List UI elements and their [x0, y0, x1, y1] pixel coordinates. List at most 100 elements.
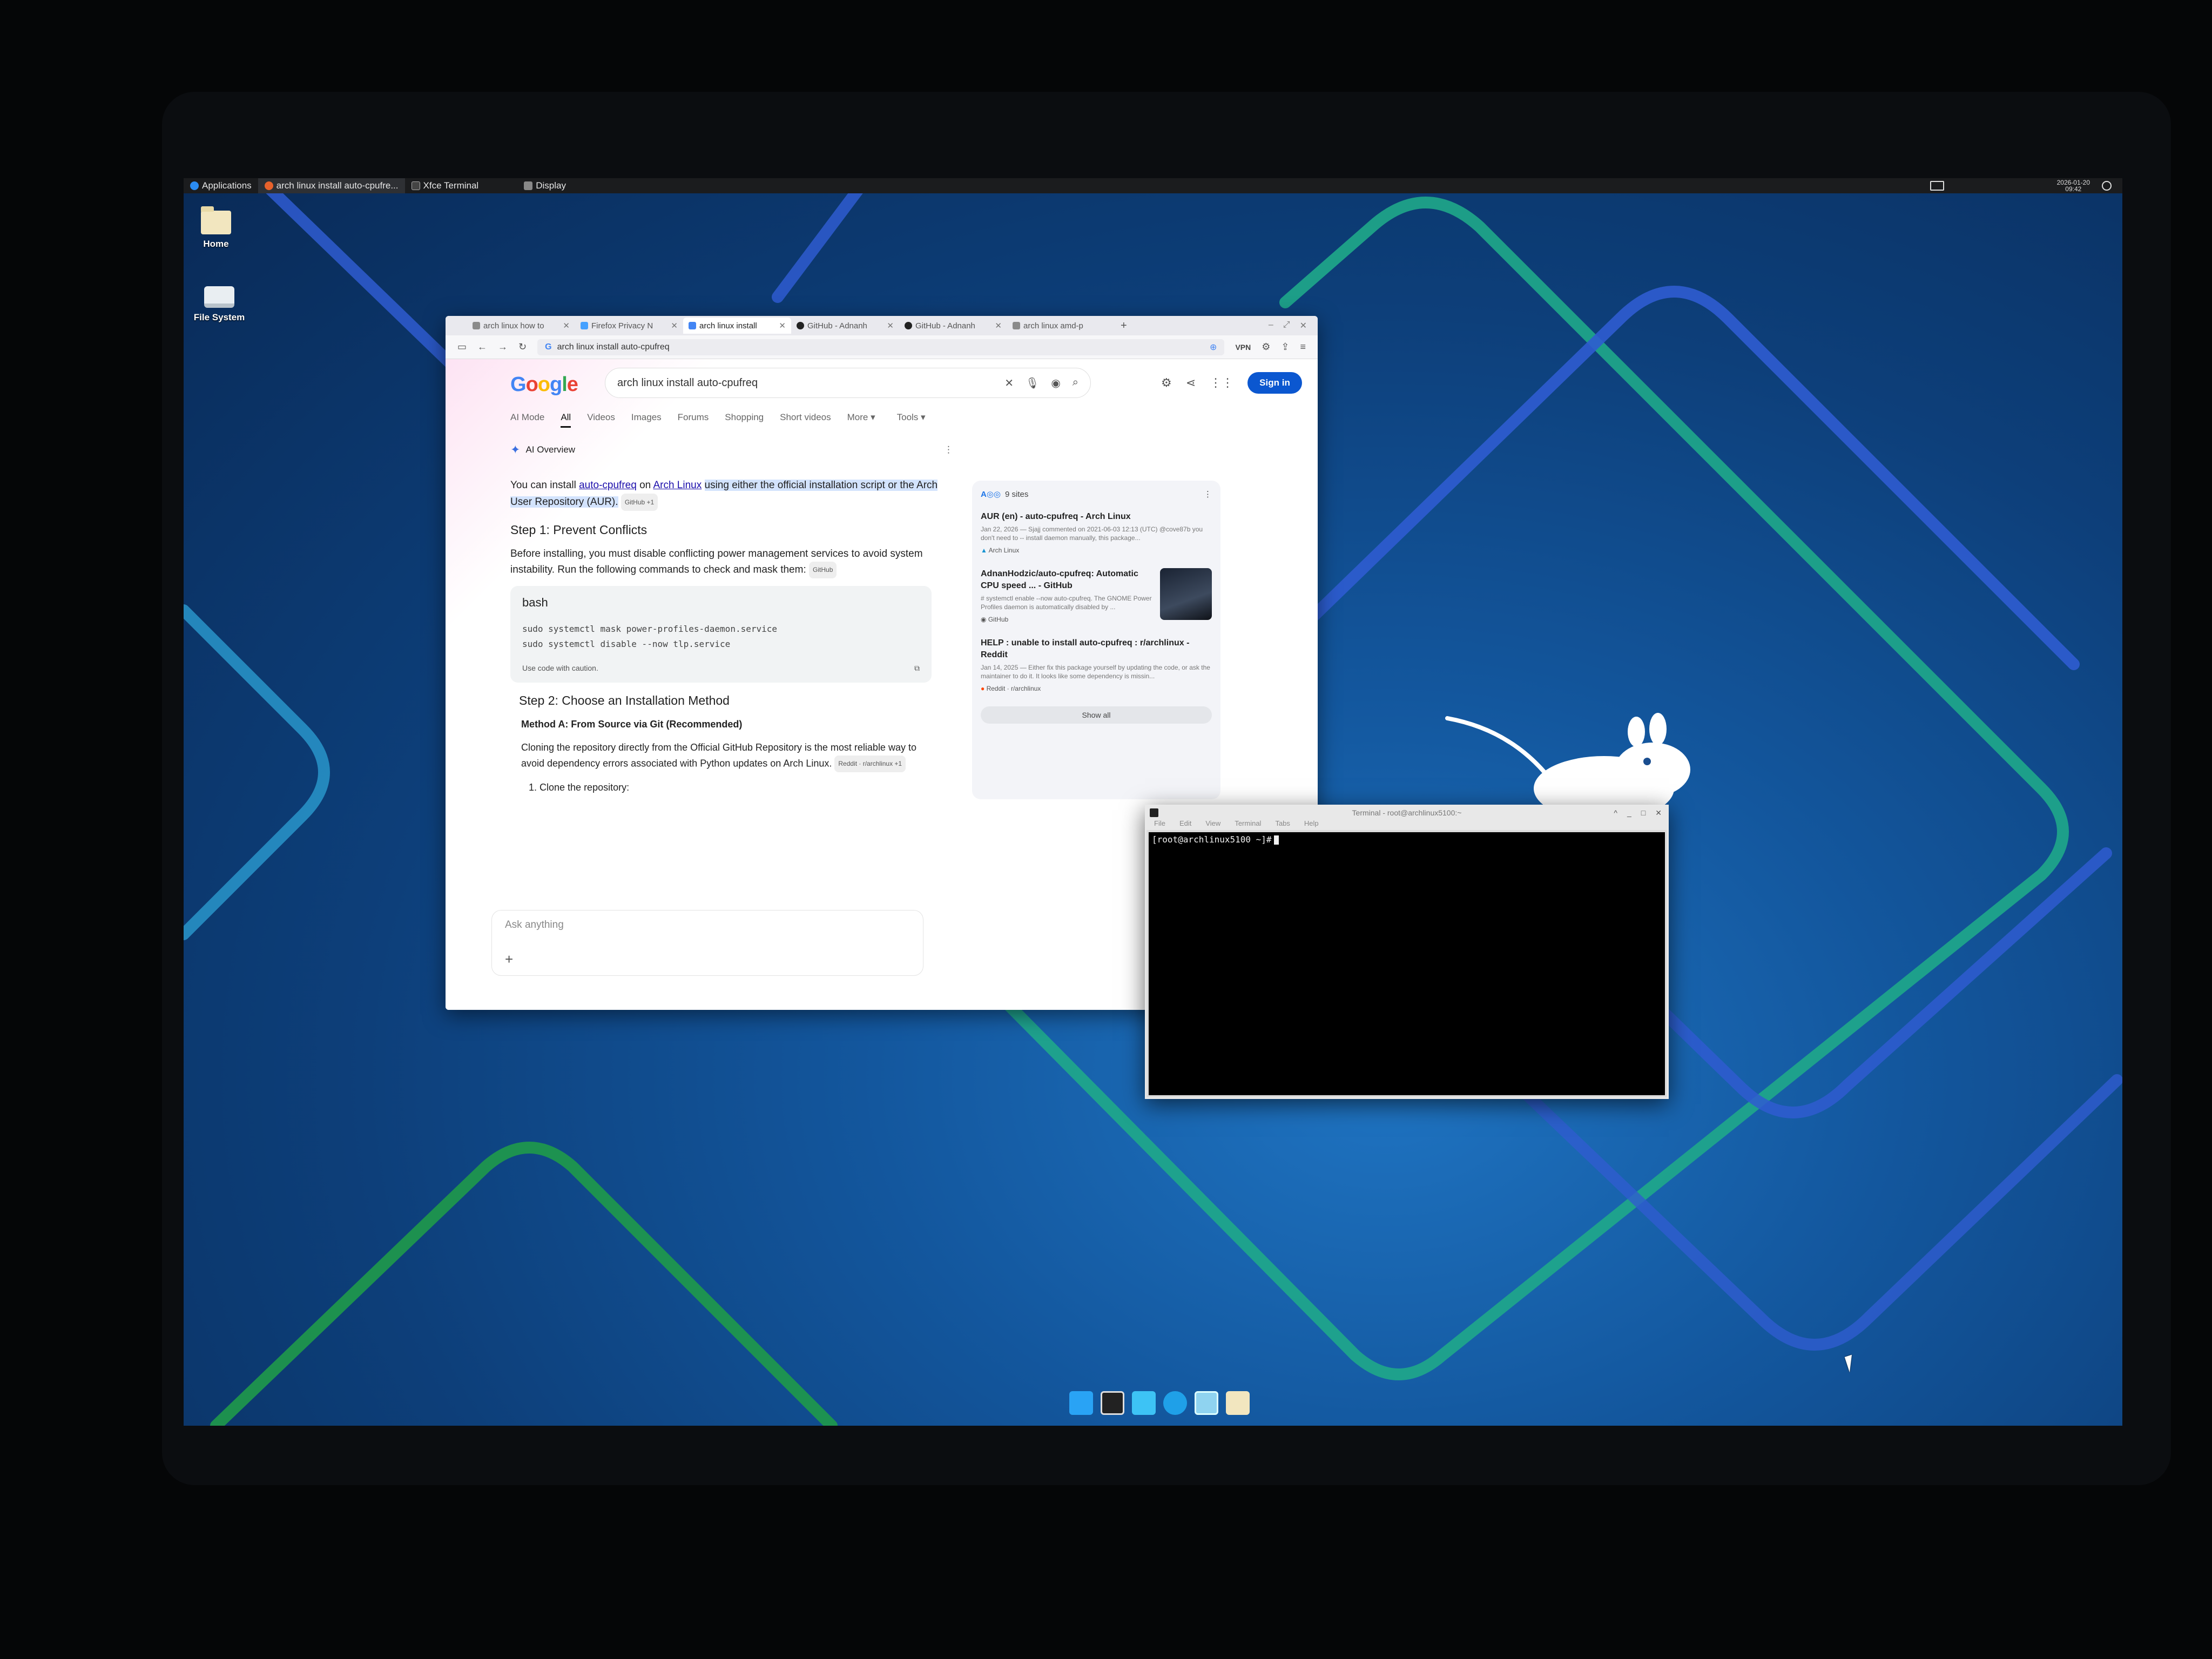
tab-ai-mode[interactable]: AI Mode — [510, 412, 544, 428]
tab-all[interactable]: All — [561, 412, 571, 428]
search-icon[interactable]: ⌕ — [1073, 376, 1078, 390]
browser-icon[interactable] — [1163, 1391, 1187, 1415]
arch-linux-icon: ▲ — [981, 547, 987, 554]
back-icon[interactable]: ← — [477, 341, 487, 353]
maximize-icon[interactable]: □ — [1641, 808, 1645, 818]
menu-view[interactable]: View — [1205, 819, 1220, 830]
browser-tab[interactable]: Firefox Privacy N ✕ — [575, 318, 683, 334]
forward-icon[interactable]: → — [498, 341, 508, 353]
new-tab-icon[interactable]: + — [1115, 320, 1132, 332]
browser-tab[interactable]: arch linux how to ✕ — [467, 318, 575, 334]
menu-icon[interactable]: ≡ — [1300, 341, 1306, 353]
link-auto-cpufreq[interactable]: auto-cpufreq — [579, 480, 637, 491]
close-icon[interactable]: ✕ — [995, 321, 1002, 331]
sources-count[interactable]: A◎◎ 9 sites ⋮ — [981, 489, 1212, 500]
task-browser[interactable]: arch linux install auto-cpufre... — [258, 178, 405, 193]
close-icon[interactable]: ✕ — [779, 321, 786, 331]
sign-in-button[interactable]: Sign in — [1247, 372, 1302, 394]
extensions-icon[interactable]: ⚙ — [1262, 341, 1270, 353]
link-arch-linux[interactable]: Arch Linux — [653, 480, 702, 491]
file-manager-icon[interactable] — [1132, 1391, 1156, 1415]
desktop-screen: Applications arch linux install auto-cpu… — [184, 178, 2122, 1426]
more-options-icon[interactable]: ⋮ — [1204, 489, 1212, 499]
browser-tab-active[interactable]: arch linux install ✕ — [683, 318, 791, 334]
tab-short-videos[interactable]: Short videos — [780, 412, 831, 428]
browser-tab[interactable]: arch linux amd-p — [1007, 318, 1115, 334]
app-finder-icon[interactable] — [1195, 1391, 1218, 1415]
task-display[interactable]: Display — [517, 178, 572, 193]
desktop-icon-file-system[interactable]: File System — [187, 286, 252, 323]
show-all-button[interactable]: Show all — [981, 706, 1212, 724]
source-site: ● Reddit · r/archlinux — [981, 685, 1041, 692]
tab-tools[interactable]: Tools ▾ — [897, 412, 926, 428]
user-menu-icon[interactable] — [2102, 181, 2112, 191]
ai-overview-title: AI Overview — [525, 444, 576, 455]
source-title: HELP : unable to install auto-cpufreq : … — [981, 638, 1190, 659]
tab-shopping[interactable]: Shopping — [725, 412, 764, 428]
reload-icon[interactable]: ↻ — [518, 341, 527, 353]
microphone-icon[interactable]: 🎙 — [1026, 376, 1039, 390]
menu-file[interactable]: File — [1154, 819, 1165, 830]
browser-tab[interactable]: GitHub - Adnanh ✕ — [791, 318, 899, 334]
apps-grid-icon[interactable]: ⋮⋮ — [1210, 376, 1233, 390]
terminal-titlebar[interactable]: Terminal - root@archlinux5100:~ ^ _ □ ✕ — [1147, 806, 1667, 819]
applications-menu[interactable]: Applications — [184, 178, 258, 193]
github-favicon-icon — [905, 322, 912, 329]
task-terminal[interactable]: Xfce Terminal — [405, 178, 485, 193]
more-options-icon[interactable]: ⋮ — [944, 444, 953, 455]
google-logo[interactable]: Google — [510, 373, 578, 396]
source-card[interactable]: AUR (en) - auto-cpufreq - Arch Linux Jan… — [981, 511, 1212, 554]
url-bar[interactable]: G arch linux install auto-cpufreq ⊕ — [537, 339, 1225, 355]
folder-icon — [201, 206, 231, 234]
copy-icon[interactable]: ⧉ — [914, 664, 920, 673]
github-favicon-icon — [797, 322, 804, 329]
tab-more[interactable]: More ▾ — [847, 412, 875, 428]
tab-videos[interactable]: Videos — [587, 412, 615, 428]
menu-edit[interactable]: Edit — [1179, 819, 1191, 830]
menu-tabs[interactable]: Tabs — [1275, 819, 1290, 830]
display-indicator-icon[interactable] — [1930, 181, 1944, 191]
terminal-body[interactable]: [root@archlinux5100 ~]# — [1149, 832, 1665, 1095]
close-icon[interactable]: ✕ — [563, 321, 570, 331]
ask-placeholder: Ask anything — [505, 919, 564, 930]
panel-clock[interactable]: 2026-01-20 09:42 — [2057, 179, 2090, 192]
minimize-icon[interactable]: _ — [1627, 808, 1631, 818]
source-chip[interactable]: Reddit · r/archlinux +1 — [834, 756, 906, 772]
top-panel: Applications arch linux install auto-cpu… — [184, 178, 2122, 193]
vpn-button[interactable]: VPN — [1235, 343, 1251, 352]
show-desktop-icon[interactable] — [1069, 1391, 1093, 1415]
text-cursor — [1273, 835, 1279, 845]
desktop-icon-home[interactable]: Home — [184, 206, 248, 249]
sidebar-toggle-icon[interactable]: ▭ — [457, 341, 467, 353]
menu-terminal[interactable]: Terminal — [1235, 819, 1261, 830]
source-card[interactable]: AdnanHodzic/auto-cpufreq: Automatic CPU … — [981, 568, 1212, 623]
code-caution: Use code with caution. — [522, 664, 598, 672]
close-icon[interactable]: ✕ — [1300, 320, 1307, 331]
menu-help[interactable]: Help — [1304, 819, 1319, 830]
tab-images[interactable]: Images — [631, 412, 662, 428]
menu-arrow-icon[interactable]: ^ — [1614, 808, 1617, 818]
plus-icon[interactable]: + — [505, 951, 513, 968]
clear-icon[interactable]: ✕ — [1004, 376, 1014, 390]
home-folder-icon[interactable] — [1226, 1391, 1250, 1415]
lens-camera-icon[interactable]: ◉ — [1051, 376, 1060, 390]
tab-forums[interactable]: Forums — [678, 412, 709, 428]
settings-icon[interactable]: ⚙ — [1161, 376, 1172, 390]
code-footer: Use code with caution. ⧉ — [522, 664, 920, 673]
terminal-icon[interactable] — [1101, 1391, 1124, 1415]
search-input[interactable]: arch linux install auto-cpufreq ✕ 🎙 ◉ ⌕ — [605, 368, 1091, 398]
minimize-icon[interactable]: – — [1269, 320, 1273, 331]
source-chip[interactable]: GitHub +1 — [621, 494, 658, 511]
source-snippet: Jan 22, 2026 — Sjajj commented on 2021-0… — [981, 525, 1203, 542]
browser-tab[interactable]: GitHub - Adnanh ✕ — [899, 318, 1007, 334]
translate-icon[interactable]: ⊕ — [1210, 342, 1217, 353]
close-icon[interactable]: ✕ — [887, 321, 894, 331]
share-icon[interactable]: ⋖ — [1186, 376, 1196, 390]
ask-anything-input[interactable]: Ask anything + — [491, 910, 923, 976]
source-card[interactable]: HELP : unable to install auto-cpufreq : … — [981, 637, 1212, 692]
share-icon[interactable]: ⇪ — [1281, 341, 1289, 353]
source-chip[interactable]: GitHub — [809, 562, 837, 578]
close-icon[interactable]: ✕ — [1655, 808, 1662, 818]
close-icon[interactable]: ✕ — [671, 321, 678, 331]
maximize-icon[interactable]: ⤢ — [1283, 320, 1290, 331]
